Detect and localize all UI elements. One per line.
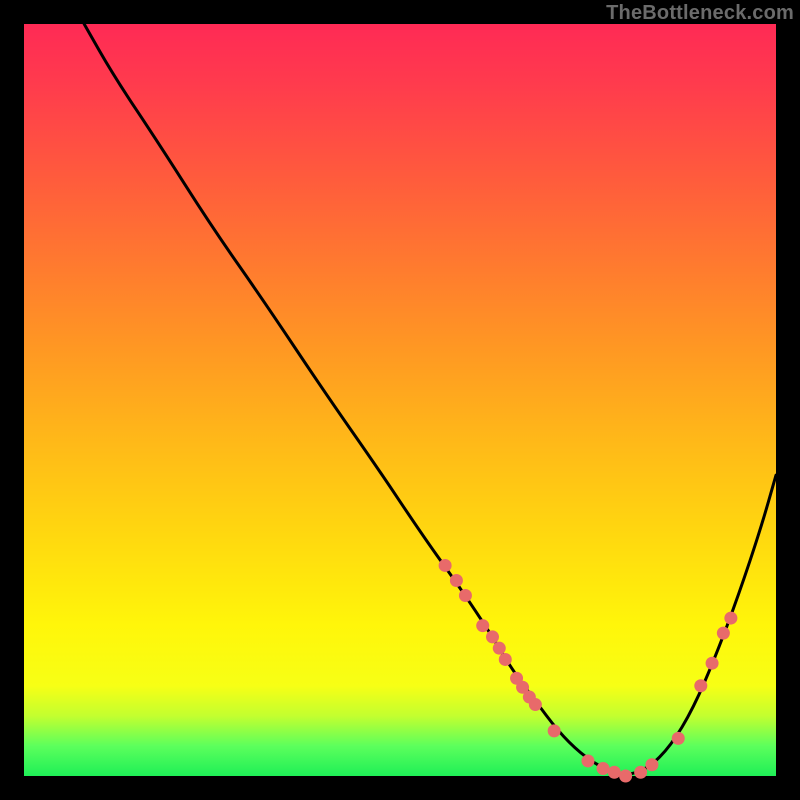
curve-marker [724,612,737,625]
curve-marker [582,754,595,767]
curve-markers [439,559,738,783]
curve-marker [634,766,647,779]
chart-svg [24,24,776,776]
watermark-text: TheBottleneck.com [606,2,794,25]
curve-marker [717,627,730,640]
curve-marker [619,770,632,783]
curve-marker [529,698,542,711]
bottleneck-curve [84,24,776,774]
curve-marker [694,679,707,692]
curve-marker [450,574,463,587]
curve-marker [597,762,610,775]
curve-marker [672,732,685,745]
curve-marker [439,559,452,572]
curve-marker [499,653,512,666]
curve-marker [459,589,472,602]
curve-marker [476,619,489,632]
curve-marker [608,766,621,779]
curve-marker [645,758,658,771]
curve-marker [493,642,506,655]
curve-marker [486,630,499,643]
curve-marker [706,657,719,670]
curve-marker [548,724,561,737]
